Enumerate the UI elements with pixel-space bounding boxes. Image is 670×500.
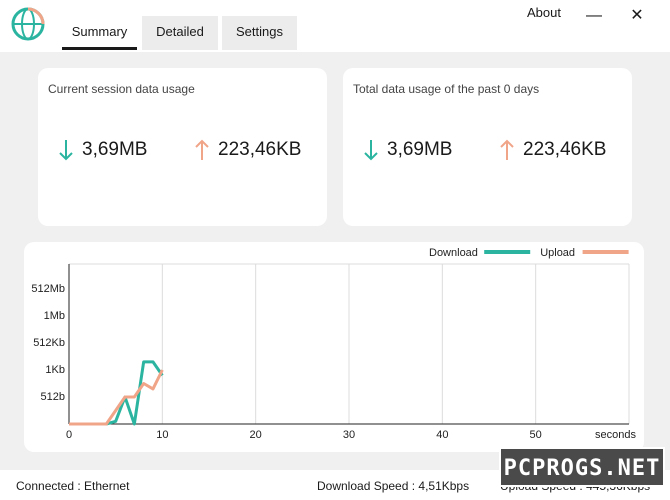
- legend-label: Upload: [540, 247, 575, 259]
- y-tick-label: 512Mb: [31, 283, 65, 295]
- download-speed: Download Speed : 4,51Kbps: [317, 479, 470, 493]
- arrow-down-icon: [59, 140, 73, 161]
- x-tick-label: 0: [66, 429, 72, 441]
- close-button[interactable]: ✕: [627, 6, 647, 26]
- about-button[interactable]: About: [527, 5, 561, 20]
- connection-status: Connected : Ethernet: [16, 479, 130, 493]
- total-usage-title: Total data usage of the past 0 days: [353, 82, 540, 96]
- x-tick-label: 50: [530, 429, 542, 441]
- y-tick-label: 512b: [41, 391, 65, 403]
- arrow-down-icon: [364, 140, 378, 161]
- tab-summary[interactable]: Summary: [62, 16, 137, 50]
- x-axis-label: seconds: [595, 429, 636, 441]
- total-usage-card: Total data usage of the past 0 days 3,69…: [343, 68, 632, 226]
- session-download-value: 3,69MB: [82, 139, 148, 160]
- total-upload-stat: 223,46KB: [499, 138, 606, 162]
- x-tick-label: 30: [343, 429, 355, 441]
- x-tick-label: 20: [250, 429, 262, 441]
- tab-settings[interactable]: Settings: [222, 16, 297, 50]
- x-tick-label: 10: [156, 429, 168, 441]
- legend-label: Download: [429, 247, 478, 259]
- session-usage-title: Current session data usage: [48, 82, 195, 96]
- y-tick-label: 1Mb: [44, 310, 65, 322]
- title-bar: Summary Detailed Settings About — ✕: [0, 0, 670, 52]
- session-upload-value: 223,46KB: [218, 139, 302, 160]
- total-download-value: 3,69MB: [387, 139, 453, 160]
- session-usage-card: Current session data usage 3,69MB 223,46…: [38, 68, 327, 226]
- y-tick-label: 512Kb: [33, 337, 65, 349]
- y-tick-label: 1Kb: [45, 364, 65, 376]
- summary-panel: Current session data usage 3,69MB 223,46…: [0, 52, 670, 470]
- traffic-chart-card: 0 10 20 30 40 50 512b 1Kb 512Kb 1Mb 512Mb seconds Do…: [24, 242, 644, 452]
- arrow-up-icon: [195, 139, 209, 160]
- session-download-stat: 3,69MB: [58, 138, 147, 162]
- minimize-button[interactable]: —: [584, 6, 604, 26]
- tab-detailed[interactable]: Detailed: [142, 16, 218, 50]
- traffic-line-chart: 0 10 20 30 40 50 512b 1Kb 512Kb 1Mb 512Mb seconds Do…: [31, 247, 636, 441]
- total-download-stat: 3,69MB: [363, 138, 452, 162]
- series-upload-line: [69, 369, 164, 426]
- series-download-line: [69, 360, 164, 426]
- watermark: PCPROGS.NET: [499, 447, 665, 487]
- arrow-up-icon: [500, 139, 514, 160]
- x-tick-label: 40: [436, 429, 448, 441]
- session-upload-stat: 223,46KB: [194, 138, 301, 162]
- total-upload-value: 223,46KB: [523, 139, 607, 160]
- globe-icon: [11, 7, 45, 41]
